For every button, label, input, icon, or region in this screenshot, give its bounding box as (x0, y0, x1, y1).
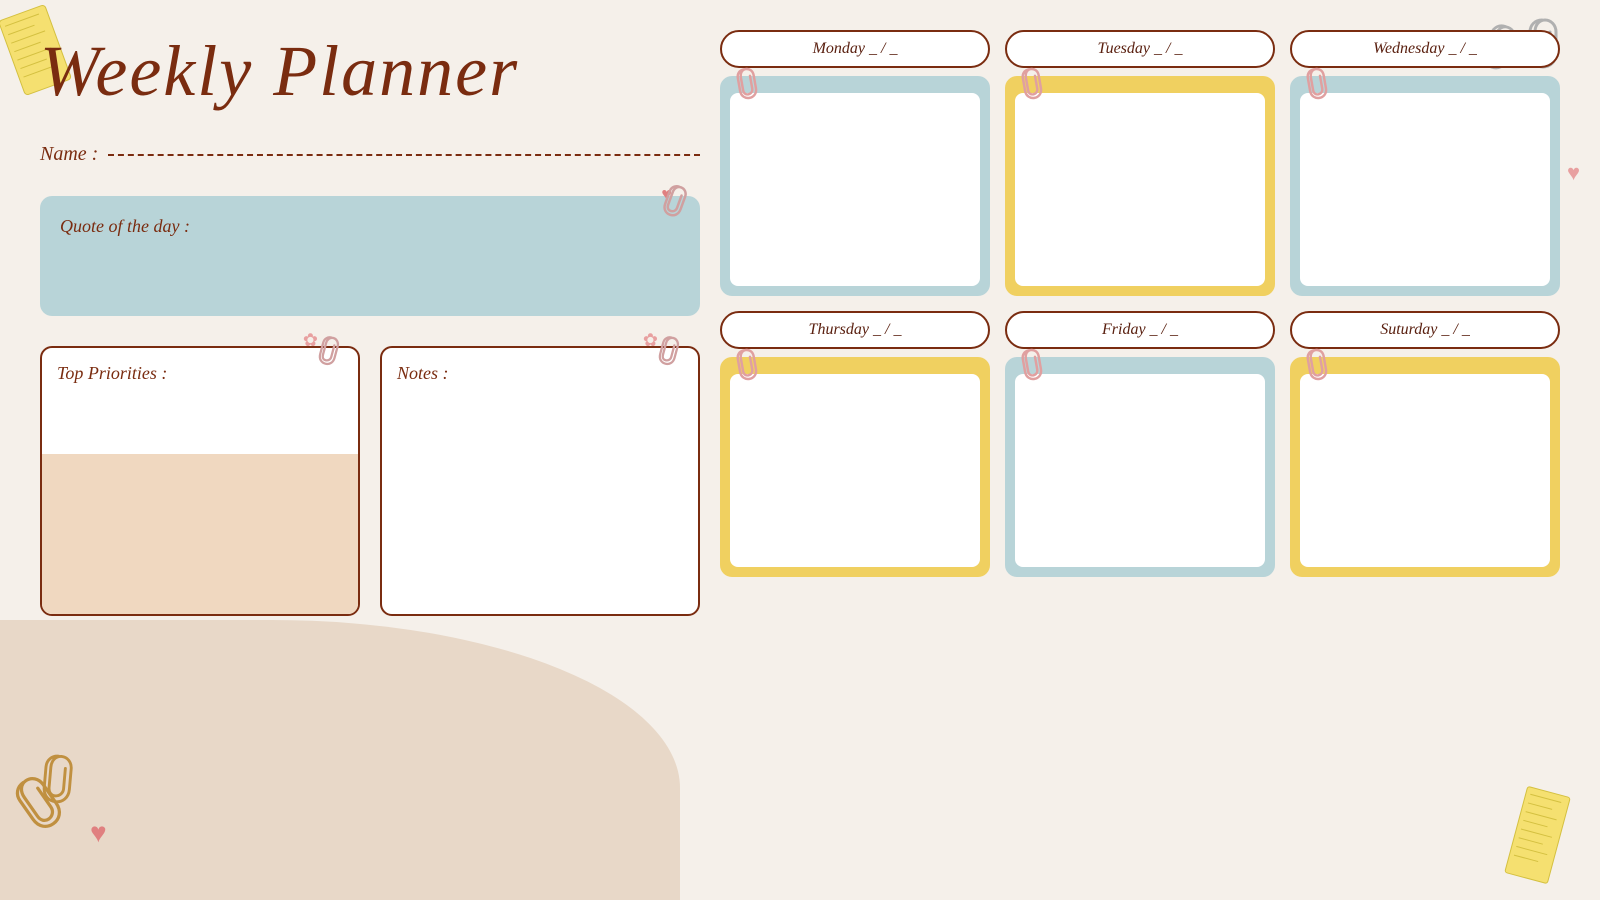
days-grid: Monday _ / _ Tuesday _ / _ (720, 30, 1560, 577)
notes-label: Notes : (397, 363, 449, 383)
tuesday-card-inner (1015, 93, 1265, 286)
tuesday-column: Tuesday _ / _ (1005, 30, 1275, 296)
notes-box[interactable]: ✿ Notes : (380, 346, 700, 616)
name-field: Name : (40, 143, 700, 166)
name-underline (108, 154, 700, 156)
heart-decoration-right: ♥ (1567, 160, 1580, 186)
flower-clip-notes: ✿ (643, 330, 658, 351)
wednesday-column: Wednesday _ / _ (1290, 30, 1560, 296)
monday-column: Monday _ / _ (720, 30, 990, 296)
saturday-card-inner (1300, 374, 1550, 567)
priority-bg-wave (42, 454, 358, 614)
friday-column: Friday _ / _ (1005, 311, 1275, 577)
thursday-column: Thursday _ / _ (720, 311, 990, 577)
monday-card[interactable] (720, 76, 990, 296)
tuesday-card[interactable] (1005, 76, 1275, 296)
priorities-box[interactable]: ✿ Top Priorities : (40, 346, 360, 616)
quote-label: Quote of the day : (60, 216, 190, 236)
notes-label-container: Notes : (397, 363, 683, 384)
days-grid-panel: Monday _ / _ Tuesday _ / _ (720, 30, 1560, 577)
priorities-label: Top Priorities : (57, 363, 167, 383)
thursday-card[interactable] (720, 357, 990, 577)
saturday-header: Suturday _ / _ (1290, 311, 1560, 349)
monday-card-inner (730, 93, 980, 286)
monday-header: Monday _ / _ (720, 30, 990, 68)
quote-section: ♥ Quote of the day : (40, 196, 700, 316)
heart-decoration-bottomleft: ♥ (90, 818, 107, 850)
thursday-card-inner (730, 374, 980, 567)
wednesday-card[interactable] (1290, 76, 1560, 296)
friday-card[interactable] (1005, 357, 1275, 577)
background-wave (0, 620, 680, 900)
tuesday-header: Tuesday _ / _ (1005, 30, 1275, 68)
wednesday-header: Wednesday _ / _ (1290, 30, 1560, 68)
priorities-label-container: Top Priorities : (57, 363, 343, 384)
flower-clip-priorities: ✿ (303, 330, 318, 351)
paperclip-decoration-bottomleft-2 (37, 750, 76, 812)
thursday-header: Thursday _ / _ (720, 311, 990, 349)
name-label: Name : (40, 143, 98, 166)
friday-header: Friday _ / _ (1005, 311, 1275, 349)
saturday-column: Suturday _ / _ (1290, 311, 1560, 577)
saturday-card[interactable] (1290, 357, 1560, 577)
left-panel: Weekly Planner Name : ♥ Quote of the day… (40, 30, 700, 616)
ruler-decoration-bottomright (1504, 786, 1571, 885)
wednesday-card-inner (1300, 93, 1550, 286)
friday-card-inner (1015, 374, 1265, 567)
bottom-boxes: ✿ Top Priorities : ✿ Note (40, 346, 700, 616)
page-title: Weekly Planner (40, 30, 700, 113)
quote-box[interactable]: Quote of the day : (40, 196, 700, 316)
